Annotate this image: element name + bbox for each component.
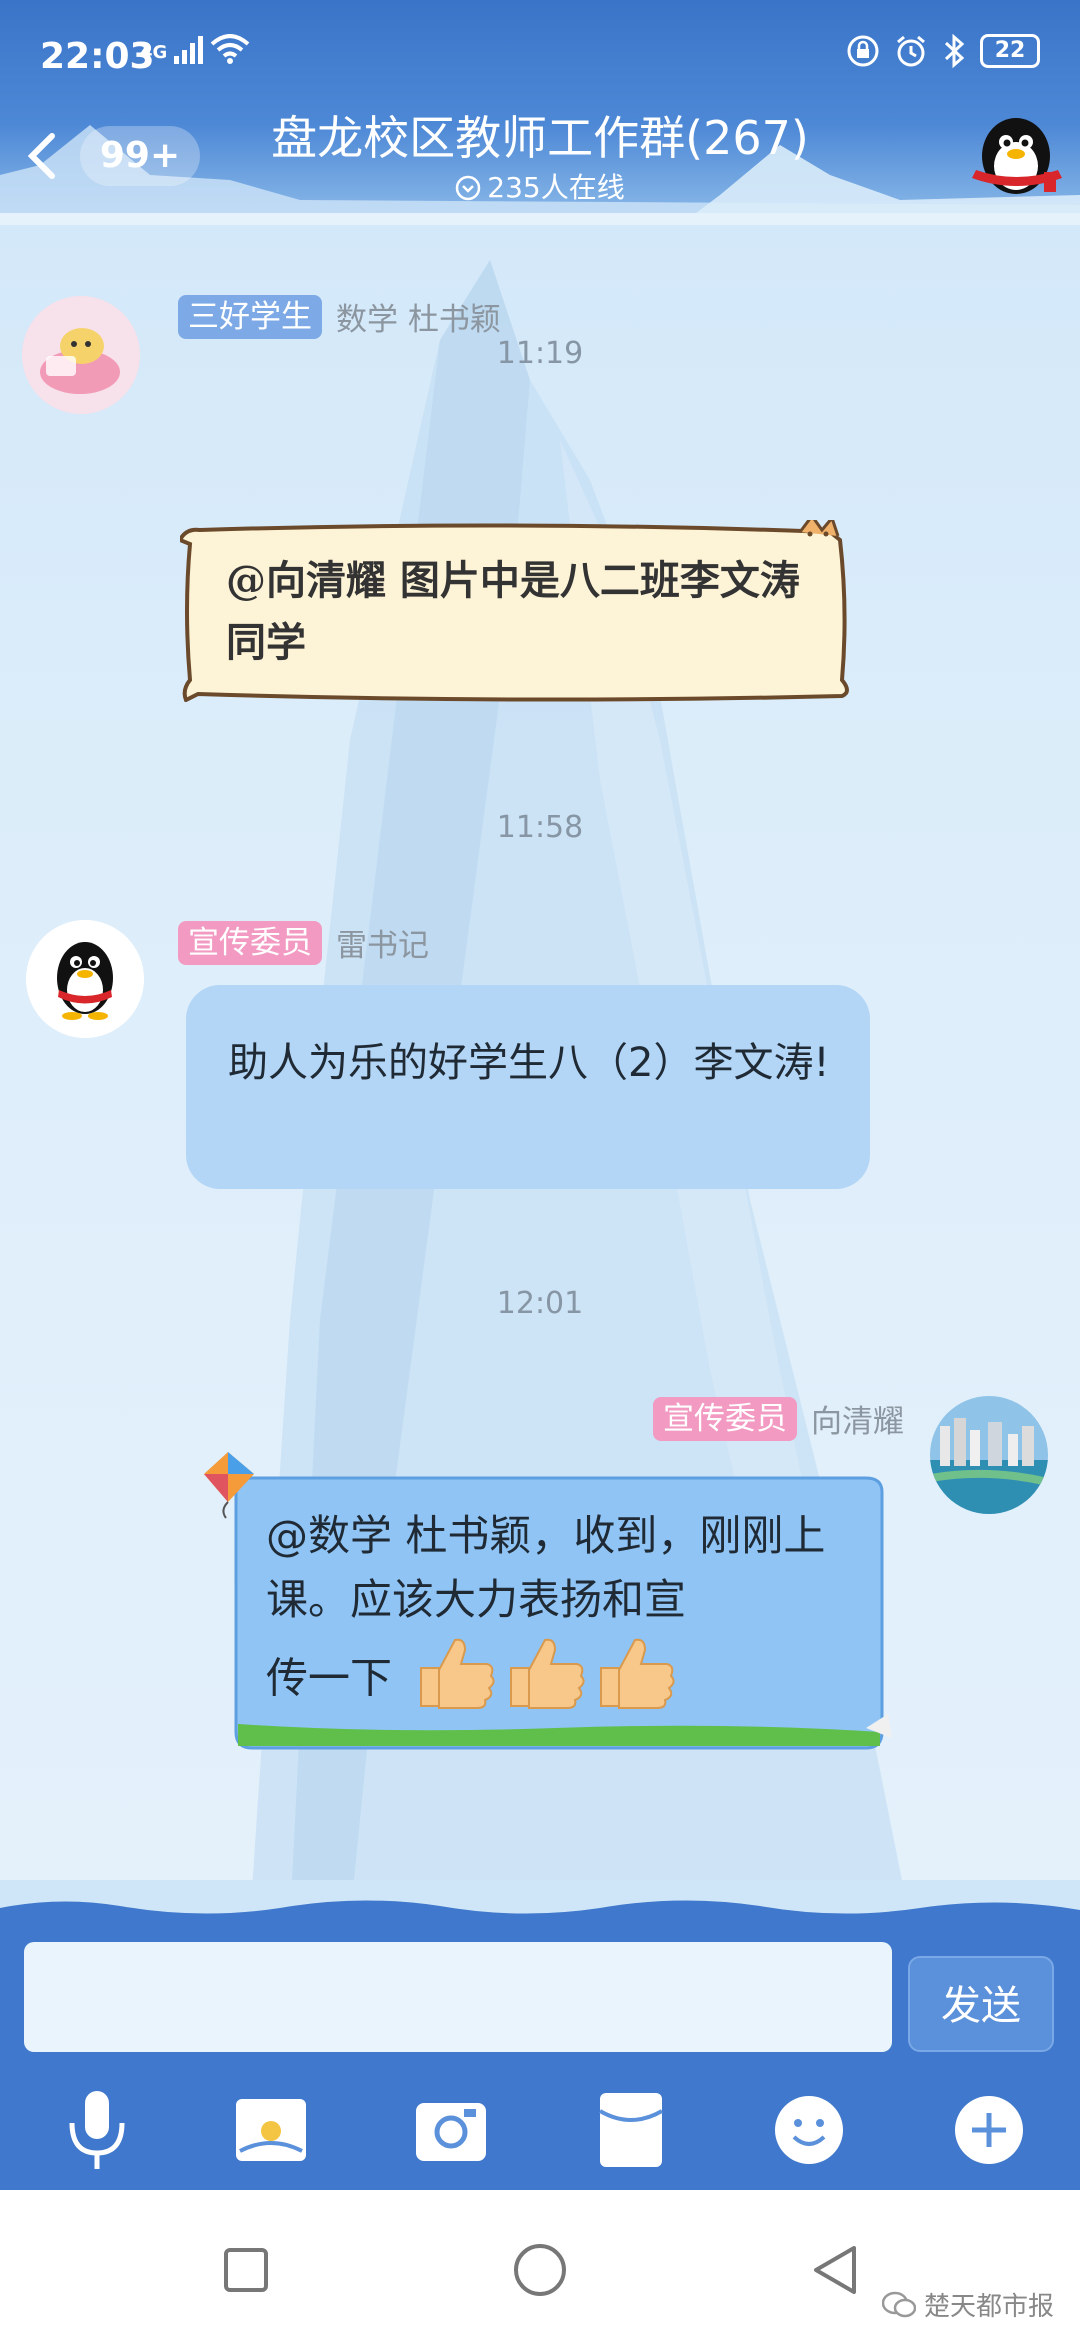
wifi-icon (210, 34, 250, 64)
message-text-line: @数学 杜书颖，收到，刚刚上课。应该大力表扬和宣 (266, 1511, 826, 1624)
system-nav-bar: 楚天都市报 (0, 2190, 1080, 2340)
role-tag: 三好学生 (178, 294, 322, 339)
sender-line: 宣传委员 雷书记 (178, 920, 429, 965)
group-title[interactable]: 盘龙校区教师工作群(267) (200, 108, 880, 168)
watermark: 楚天都市报 (881, 2286, 1054, 2323)
message-bubble[interactable]: 助人为乐的好学生八（2）李文涛! (186, 985, 870, 1189)
input-area: 发送 (0, 1880, 1080, 2190)
bluetooth-icon (944, 34, 965, 68)
wechat-icon (881, 2291, 916, 2317)
home-icon[interactable] (510, 2240, 570, 2300)
role-tag: 宣传委员 (178, 920, 322, 965)
emoji-icon[interactable] (764, 2085, 854, 2175)
plus-icon[interactable] (944, 2085, 1034, 2175)
sender-name[interactable]: 向清耀 (811, 1396, 904, 1441)
battery-icon: 22 (980, 34, 1040, 68)
avatar[interactable] (930, 1396, 1048, 1514)
sender-name[interactable]: 雷书记 (336, 920, 429, 965)
message-input[interactable] (24, 1942, 892, 2052)
network-type: 4G (140, 42, 168, 63)
message-text: @向清耀 图片中是八二班李文涛同学 (226, 557, 800, 666)
input-toolbar (0, 2085, 1080, 2185)
thumbs-up-icon (413, 1632, 683, 1730)
sender-name[interactable]: 数学 杜书颖 (336, 294, 501, 339)
avatar[interactable] (26, 920, 144, 1038)
message-bubble[interactable]: @向清耀 图片中是八二班李文涛同学 (180, 520, 852, 702)
role-tag: 宣传委员 (653, 1396, 797, 1441)
status-bar: 22:03 4G 22 (0, 0, 1080, 110)
alarm-icon (897, 35, 925, 67)
watermark-text: 楚天都市报 (923, 2292, 1054, 2322)
message-text: @数学 杜书颖，收到，刚刚上课。应该大力表扬和宣 传一下 (266, 1504, 866, 1730)
message-timestamp: 11:58 (496, 810, 584, 845)
kite-icon (204, 1452, 254, 1519)
signal-icon: 4G (140, 34, 250, 64)
back-icon[interactable] (806, 2240, 866, 2300)
recents-icon[interactable] (216, 2240, 276, 2300)
red-packet-icon[interactable] (586, 2085, 676, 2175)
sender-line: 三好学生 数学 杜书颖 (178, 294, 501, 339)
microphone-icon[interactable] (52, 2085, 142, 2175)
unread-count-badge[interactable]: 99+ (80, 126, 200, 186)
input-wave-decoration (0, 1880, 1080, 1914)
message-text-line: 传一下 (266, 1653, 393, 1703)
lock-rotation-icon (847, 35, 879, 67)
status-icons: 22 (846, 34, 1040, 68)
chat-header: 22:03 4G 22 99+ 盘龙校区教师工作群(267) 235人在线 (0, 0, 1080, 225)
sender-line: 宣传委员 向清耀 (653, 1396, 904, 1441)
message-bubble[interactable]: @数学 杜书颖，收到，刚刚上课。应该大力表扬和宣 传一下 (204, 1452, 892, 1770)
camera-icon[interactable] (406, 2085, 496, 2175)
message-timestamp: 11:19 (496, 336, 584, 371)
back-icon[interactable] (18, 126, 68, 186)
avatar[interactable] (22, 296, 140, 414)
online-count-text: 235人在线 (487, 171, 625, 204)
online-count[interactable]: 235人在线 (200, 168, 880, 208)
image-icon[interactable] (226, 2085, 316, 2175)
status-time: 22:03 (40, 36, 155, 77)
message-text: 助人为乐的好学生八（2）李文涛! (228, 1040, 830, 1086)
group-menu-penguin-icon[interactable] (966, 112, 1066, 198)
message-timestamp: 12:01 (496, 1286, 584, 1321)
chevron-down-icon (456, 175, 481, 201)
send-button[interactable]: 发送 (908, 1956, 1054, 2052)
